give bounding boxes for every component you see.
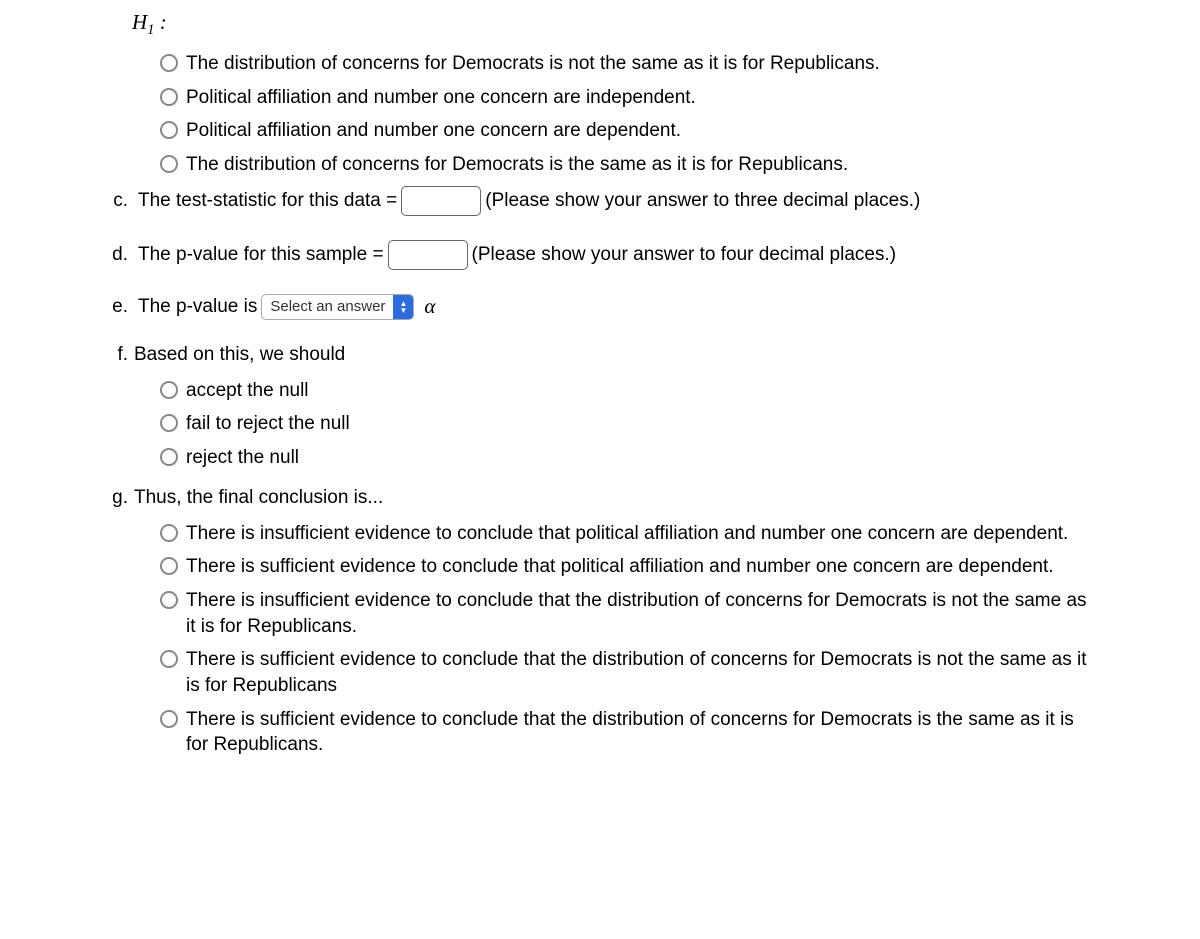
g-option-label: There is sufficient evidence to conclude… — [186, 647, 1100, 698]
question-c: c. The test-statistic for this data = (P… — [100, 186, 1100, 216]
radio-icon[interactable] — [160, 557, 178, 575]
g-options-group: There is insufficient evidence to conclu… — [160, 521, 1100, 758]
test-statistic-input[interactable] — [401, 186, 481, 216]
f-option: fail to reject the null — [160, 411, 1100, 437]
f-option-label: accept the null — [186, 378, 1100, 404]
chevron-up-down-icon: ▲▼ — [393, 295, 413, 319]
h1-option-label: The distribution of concerns for Democra… — [186, 51, 1100, 77]
f-option: reject the null — [160, 445, 1100, 471]
radio-icon[interactable] — [160, 414, 178, 432]
radio-icon[interactable] — [160, 54, 178, 72]
question-f-prompt: Based on this, we should — [134, 344, 345, 366]
question-d-before: The p-value for this sample = — [138, 244, 384, 266]
g-option: There is sufficient evidence to conclude… — [160, 554, 1100, 580]
question-marker: d. — [100, 244, 128, 266]
question-c-before: The test-statistic for this data = — [138, 190, 397, 212]
question-marker: c. — [100, 190, 128, 212]
h1-hypothesis-label: H1 : — [132, 10, 1100, 39]
radio-icon[interactable] — [160, 710, 178, 728]
h1-option: The distribution of concerns for Democra… — [160, 51, 1100, 77]
radio-icon[interactable] — [160, 88, 178, 106]
p-value-comparison-select[interactable]: Select an answer ▲▼ — [261, 294, 414, 320]
h1-options-group: The distribution of concerns for Democra… — [160, 51, 1100, 178]
radio-icon[interactable] — [160, 524, 178, 542]
alpha-symbol: α — [424, 294, 435, 319]
question-c-after: (Please show your answer to three decima… — [485, 190, 920, 212]
h1-option-label: Political affiliation and number one con… — [186, 118, 1100, 144]
g-option: There is insufficient evidence to conclu… — [160, 521, 1100, 547]
radio-icon[interactable] — [160, 650, 178, 668]
p-value-input[interactable] — [388, 240, 468, 270]
f-option-label: reject the null — [186, 445, 1100, 471]
radio-icon[interactable] — [160, 448, 178, 466]
question-g: g. Thus, the final conclusion is... — [100, 487, 1100, 509]
radio-icon[interactable] — [160, 591, 178, 609]
f-option: accept the null — [160, 378, 1100, 404]
question-e: e. The p-value is Select an answer ▲▼ α — [100, 294, 1100, 320]
g-option: There is insufficient evidence to conclu… — [160, 588, 1100, 639]
question-f: f. Based on this, we should — [100, 344, 1100, 366]
g-option-label: There is insufficient evidence to conclu… — [186, 588, 1100, 639]
f-option-label: fail to reject the null — [186, 411, 1100, 437]
g-option-label: There is sufficient evidence to conclude… — [186, 707, 1100, 758]
question-marker: g. — [100, 487, 128, 509]
h1-option: Political affiliation and number one con… — [160, 85, 1100, 111]
select-placeholder: Select an answer — [262, 298, 393, 315]
h1-option-label: The distribution of concerns for Democra… — [186, 152, 1100, 178]
radio-icon[interactable] — [160, 121, 178, 139]
h1-option-label: Political affiliation and number one con… — [186, 85, 1100, 111]
f-options-group: accept the null fail to reject the null … — [160, 378, 1100, 471]
g-option-label: There is sufficient evidence to conclude… — [186, 554, 1100, 580]
radio-icon[interactable] — [160, 381, 178, 399]
question-marker: e. — [100, 296, 128, 318]
question-marker: f. — [100, 344, 128, 366]
h1-option: Political affiliation and number one con… — [160, 118, 1100, 144]
question-g-prompt: Thus, the final conclusion is... — [134, 487, 383, 509]
h1-option: The distribution of concerns for Democra… — [160, 152, 1100, 178]
radio-icon[interactable] — [160, 155, 178, 173]
question-d: d. The p-value for this sample = (Please… — [100, 240, 1100, 270]
question-d-after: (Please show your answer to four decimal… — [472, 244, 897, 266]
g-option-label: There is insufficient evidence to conclu… — [186, 521, 1100, 547]
g-option: There is sufficient evidence to conclude… — [160, 707, 1100, 758]
g-option: There is sufficient evidence to conclude… — [160, 647, 1100, 698]
question-e-before: The p-value is — [138, 296, 257, 318]
